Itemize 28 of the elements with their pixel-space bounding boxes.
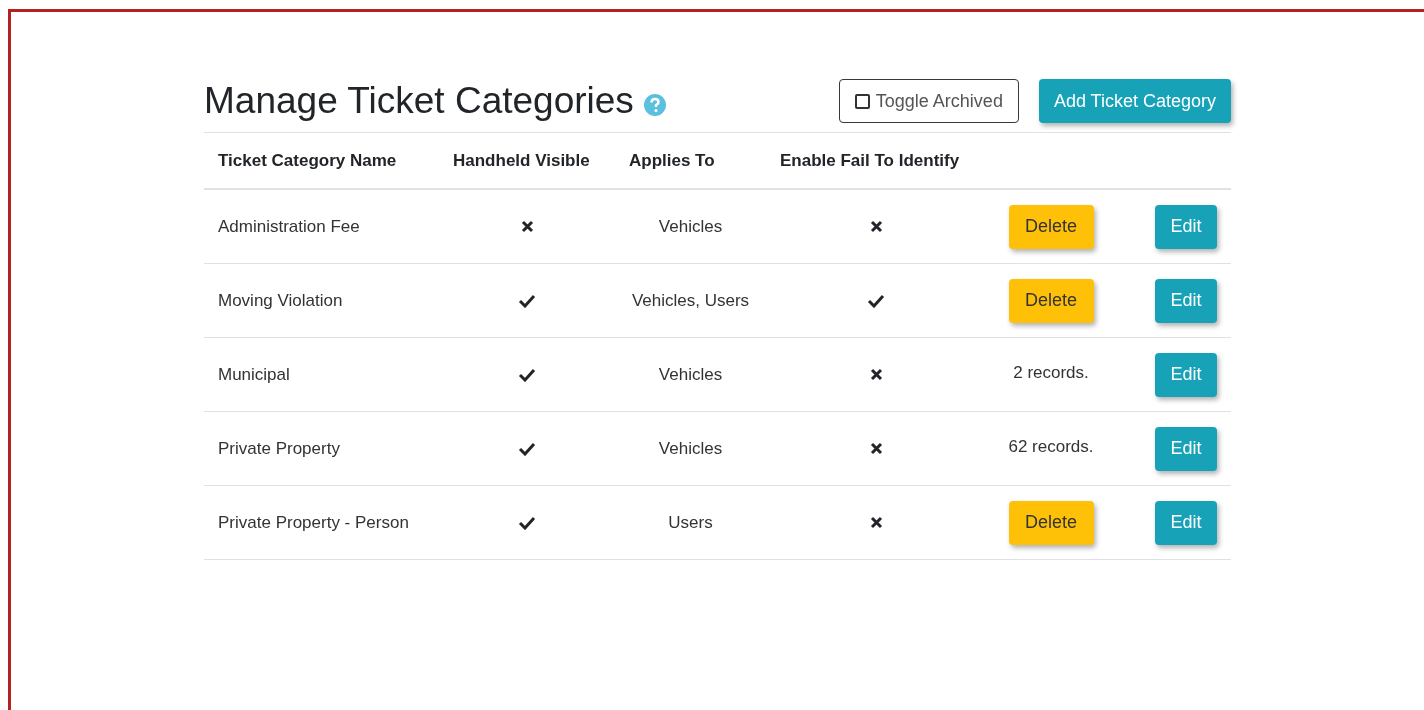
applies-to: Users — [668, 512, 713, 534]
category-name: Municipal — [217, 364, 290, 386]
applies-to: Vehicles — [658, 438, 723, 460]
add-category-button[interactable]: Add Ticket Category — [1038, 79, 1231, 124]
delete-button[interactable]: Delete — [1008, 278, 1094, 323]
applies-to: Vehicles — [658, 364, 723, 386]
checkbox[interactable] — [854, 93, 870, 109]
category-name: Moving Violation — [217, 290, 343, 312]
category-name: Private Property - Person — [217, 512, 409, 534]
toggle-archived-button[interactable]: Toggle Archived — [838, 79, 1019, 124]
record-count: 2 records. — [1013, 362, 1089, 384]
page-title: Manage Ticket Categories — [204, 79, 634, 123]
record-count: 62 records. — [1008, 436, 1094, 458]
edit-button[interactable]: Edit — [1155, 204, 1217, 249]
edit-button[interactable]: Edit — [1155, 278, 1217, 323]
applies-to: Vehicles, Users — [631, 290, 750, 312]
edit-button[interactable]: Edit — [1155, 352, 1217, 397]
applies-to: Vehicles — [658, 216, 723, 238]
column-header: Enable Fail To Identify — [779, 150, 960, 172]
edit-button[interactable]: Edit — [1155, 500, 1217, 545]
column-header: Ticket Category Name — [217, 150, 397, 172]
category-name: Private Property — [217, 438, 340, 460]
edit-button[interactable]: Edit — [1155, 426, 1217, 471]
category-name: Administration Fee — [217, 216, 360, 238]
delete-button[interactable]: Delete — [1008, 204, 1094, 249]
column-header: Applies To — [628, 150, 715, 172]
delete-button[interactable]: Delete — [1008, 500, 1094, 545]
column-header: Handheld Visible — [452, 150, 590, 172]
